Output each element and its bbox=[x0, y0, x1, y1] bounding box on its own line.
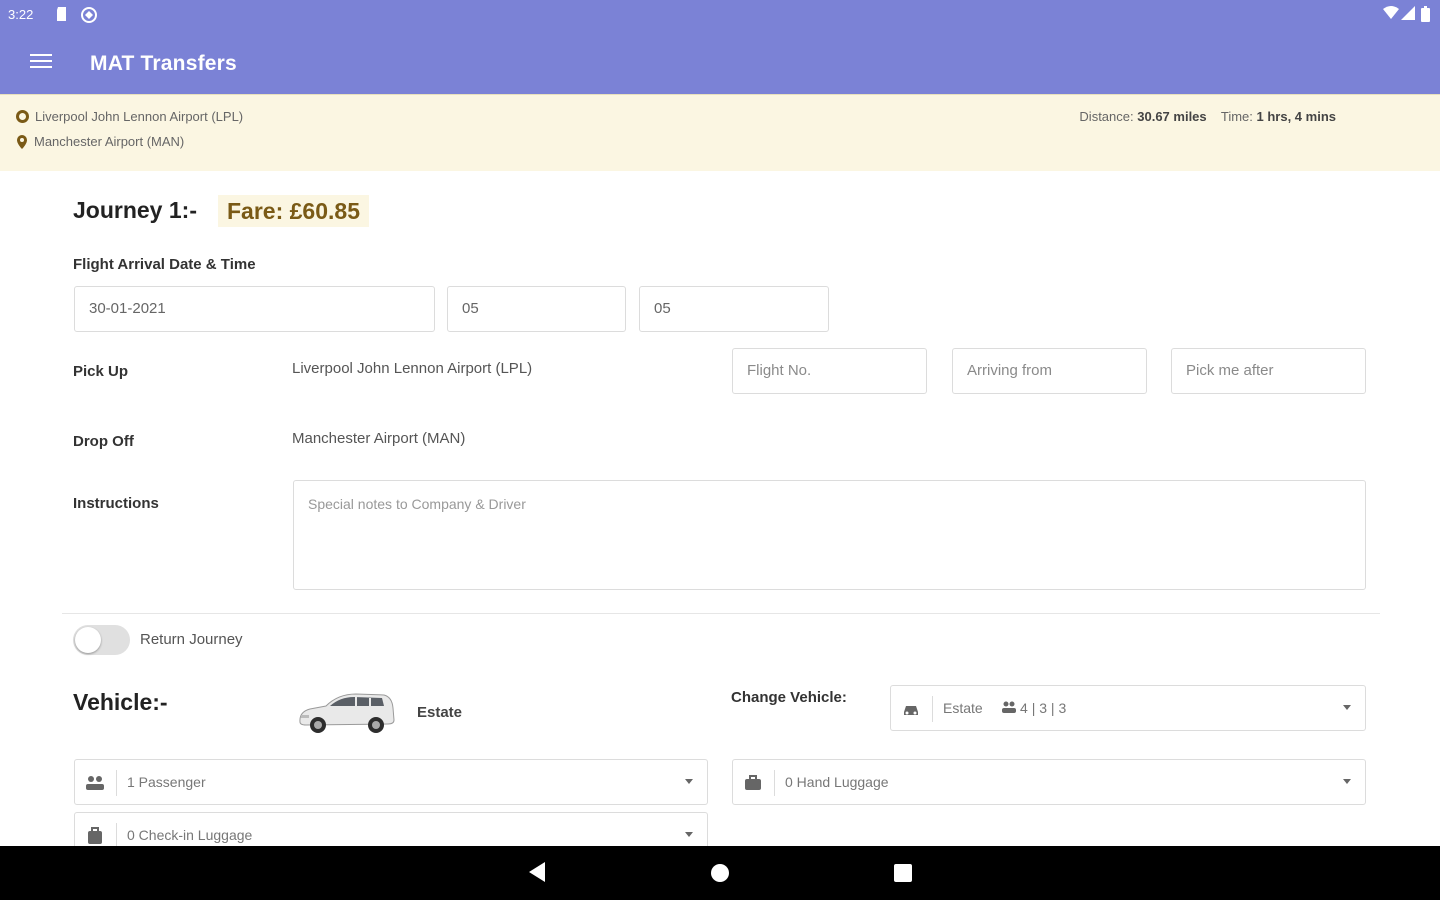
route-origin: Liverpool John Lennon Airport (LPL) bbox=[16, 109, 243, 124]
arrival-minute-field[interactable]: 05 bbox=[639, 286, 829, 332]
select-separator bbox=[774, 770, 775, 796]
hand-luggage-value: 0 Hand Luggage bbox=[785, 774, 889, 790]
car-icon bbox=[904, 706, 918, 715]
pickup-value: Liverpool John Lennon Airport (LPL) bbox=[292, 360, 533, 377]
route-destination-text: Manchester Airport (MAN) bbox=[34, 134, 185, 149]
back-icon[interactable] bbox=[527, 861, 547, 883]
chevron-down-icon bbox=[685, 832, 693, 837]
signal-icon bbox=[1401, 6, 1415, 20]
status-bar: 3:22 bbox=[0, 0, 1440, 30]
time-label: Time: bbox=[1220, 109, 1253, 124]
vehicle-select-name: Estate bbox=[943, 700, 983, 716]
select-separator bbox=[932, 696, 933, 722]
instructions-textarea[interactable]: Special notes to Company & Driver bbox=[293, 480, 1366, 590]
recents-icon[interactable] bbox=[893, 861, 913, 883]
change-vehicle-label: Change Vehicle: bbox=[731, 689, 847, 706]
pick-me-after-field[interactable]: Pick me after bbox=[1171, 348, 1366, 394]
home-icon[interactable] bbox=[710, 861, 730, 883]
route-summary-banner: Liverpool John Lennon Airport (LPL) Manc… bbox=[0, 94, 1440, 171]
status-time: 3:22 bbox=[8, 7, 34, 22]
flight-arrival-label: Flight Arrival Date & Time bbox=[73, 256, 256, 273]
pickup-label: Pick Up bbox=[73, 363, 129, 380]
origin-marker-icon bbox=[16, 110, 29, 123]
section-divider bbox=[62, 613, 1380, 614]
time-value: 1 hrs, 4 mins bbox=[1256, 109, 1336, 124]
distance-label: Distance: bbox=[1079, 109, 1134, 124]
vehicle-title: Vehicle:- bbox=[73, 689, 168, 715]
location-pin-icon bbox=[17, 134, 27, 149]
app-title: MAT Transfers bbox=[90, 52, 237, 75]
chevron-down-icon bbox=[1343, 705, 1351, 710]
checkin-luggage-value: 0 Check-in Luggage bbox=[127, 827, 253, 843]
vehicle-name: Estate bbox=[417, 704, 463, 721]
chevron-down-icon bbox=[685, 779, 693, 784]
passengers-icon bbox=[86, 776, 104, 790]
app-bar: MAT Transfers bbox=[0, 30, 1440, 94]
estate-car-image bbox=[299, 693, 395, 733]
vehicle-select-value: Estate 4 | 3 | 3 bbox=[943, 700, 1066, 716]
passengers-icon bbox=[1002, 701, 1017, 713]
battery-icon bbox=[1421, 6, 1430, 22]
system-nav-bar bbox=[0, 846, 1440, 900]
suitcase-icon bbox=[88, 827, 102, 844]
distance-value: 30.67 miles bbox=[1137, 109, 1207, 124]
arrival-hour-field[interactable]: 05 bbox=[447, 286, 626, 332]
menu-icon[interactable] bbox=[28, 50, 54, 76]
sync-icon bbox=[81, 7, 97, 23]
vehicle-select[interactable]: Estate 4 | 3 | 3 bbox=[890, 685, 1366, 731]
fare-badge: Fare: £60.85 bbox=[218, 195, 369, 227]
instructions-label: Instructions bbox=[73, 495, 159, 512]
arriving-from-field[interactable]: Arriving from bbox=[952, 348, 1147, 394]
hand-luggage-select[interactable]: 0 Hand Luggage bbox=[732, 759, 1366, 805]
vehicle-capacity: 4 | 3 | 3 bbox=[1020, 700, 1067, 716]
journey-title: Journey 1:- bbox=[73, 197, 197, 223]
return-journey-toggle[interactable] bbox=[73, 625, 130, 655]
select-separator bbox=[116, 770, 117, 796]
toggle-knob bbox=[75, 627, 101, 653]
route-destination: Manchester Airport (MAN) bbox=[16, 134, 184, 149]
route-origin-text: Liverpool John Lennon Airport (LPL) bbox=[35, 109, 244, 124]
dropoff-value: Manchester Airport (MAN) bbox=[292, 430, 466, 447]
arrival-date-field[interactable]: 30-01-2021 bbox=[74, 286, 435, 332]
passenger-select[interactable]: 1 Passenger bbox=[74, 759, 708, 805]
wifi-icon bbox=[1383, 6, 1399, 19]
sd-card-icon bbox=[57, 7, 66, 21]
flight-number-field[interactable]: Flight No. bbox=[732, 348, 927, 394]
return-journey-label: Return Journey bbox=[140, 631, 243, 648]
briefcase-icon bbox=[745, 775, 761, 790]
passenger-select-value: 1 Passenger bbox=[127, 774, 206, 790]
trip-meta: Distance: 30.67 miles Time: 1 hrs, 4 min… bbox=[1079, 109, 1336, 124]
chevron-down-icon bbox=[1343, 779, 1351, 784]
dropoff-label: Drop Off bbox=[73, 433, 134, 450]
